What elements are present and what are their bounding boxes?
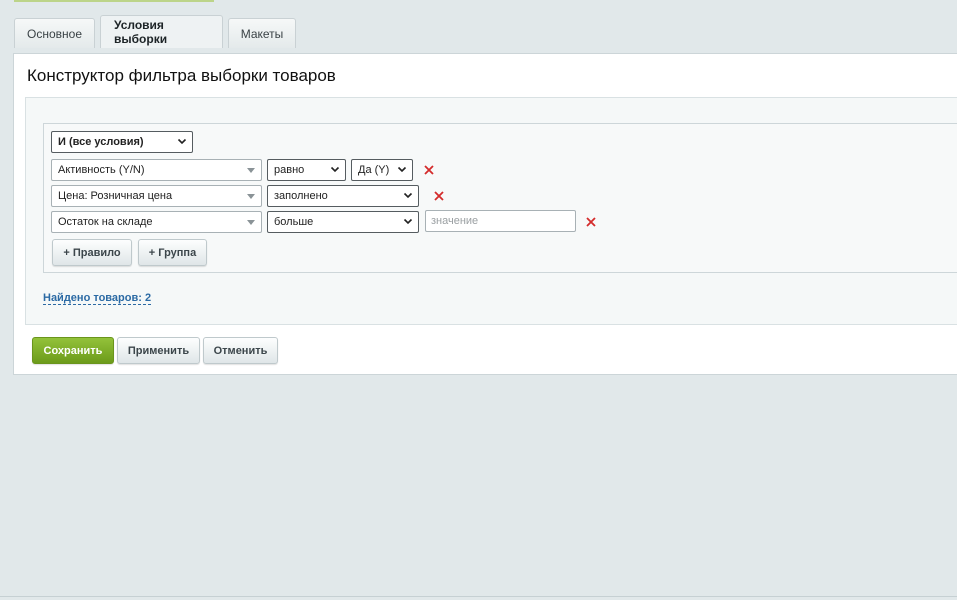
rule-1-operator-select[interactable]: равно <box>267 159 346 181</box>
tab-selection-conditions[interactable]: Условия выборки <box>100 15 223 48</box>
cancel-button[interactable]: Отменить <box>203 337 278 364</box>
chevron-down-icon <box>397 166 407 173</box>
rule-1-value-value: Да (Y) <box>358 164 390 176</box>
rule-3-operator-select[interactable]: больше <box>267 211 419 233</box>
rule-3-field-select[interactable]: Остаток на складе <box>51 211 262 233</box>
rule-2-operator-select[interactable]: заполнено <box>267 185 419 207</box>
chevron-down-icon <box>330 166 340 173</box>
chevron-down-icon <box>403 218 413 225</box>
rule-1-value-select[interactable]: Да (Y) <box>351 159 413 181</box>
tab-main[interactable]: Основное <box>14 18 95 48</box>
rule-2-delete-icon[interactable] <box>433 190 445 202</box>
add-rule-button[interactable]: + Правило <box>52 239 132 266</box>
found-products-link[interactable]: Найдено товаров: 2 <box>43 292 152 305</box>
page-title: Конструктор фильтра выборки товаров <box>27 66 336 85</box>
rule-2-field-value: Цена: Розничная цена <box>58 190 173 202</box>
caret-down-icon <box>247 220 255 225</box>
bottom-divider <box>0 596 957 597</box>
rule-3-delete-icon[interactable] <box>585 216 597 228</box>
rule-3-field-value: Остаток на складе <box>58 216 153 228</box>
chevron-down-icon <box>403 192 413 199</box>
filter-builder-box: И (все условия) Активность (Y/N) равно Д… <box>25 97 957 325</box>
rule-1-field-value: Активность (Y/N) <box>58 164 145 176</box>
tab-layouts[interactable]: Макеты <box>228 18 296 48</box>
rule-2-field-select[interactable]: Цена: Розничная цена <box>51 185 262 207</box>
tab-bar: Основное Условия выборки Макеты <box>14 15 296 48</box>
filter-panel: Конструктор фильтра выборки товаров И (в… <box>13 53 957 375</box>
save-button[interactable]: Сохранить <box>32 337 114 364</box>
rule-1-field-select[interactable]: Активность (Y/N) <box>51 159 262 181</box>
rule-3-value-input[interactable]: значение <box>425 210 576 232</box>
chevron-down-icon <box>177 138 187 145</box>
apply-button[interactable]: Применить <box>117 337 200 364</box>
rule-1-delete-icon[interactable] <box>423 164 435 176</box>
rule-3-operator-value: больше <box>274 216 314 228</box>
group-logic-select[interactable]: И (все условия) <box>51 131 193 153</box>
caret-down-icon <box>247 168 255 173</box>
rule-1-operator-value: равно <box>274 164 305 176</box>
condition-group: И (все условия) Активность (Y/N) равно Д… <box>43 123 957 273</box>
rule-2-operator-value: заполнено <box>274 190 328 202</box>
top-accent-strip <box>14 0 214 2</box>
add-group-button[interactable]: + Группа <box>138 239 207 266</box>
group-logic-value: И (все условия) <box>58 136 144 148</box>
rule-3-value-placeholder: значение <box>431 215 479 227</box>
caret-down-icon <box>247 194 255 199</box>
